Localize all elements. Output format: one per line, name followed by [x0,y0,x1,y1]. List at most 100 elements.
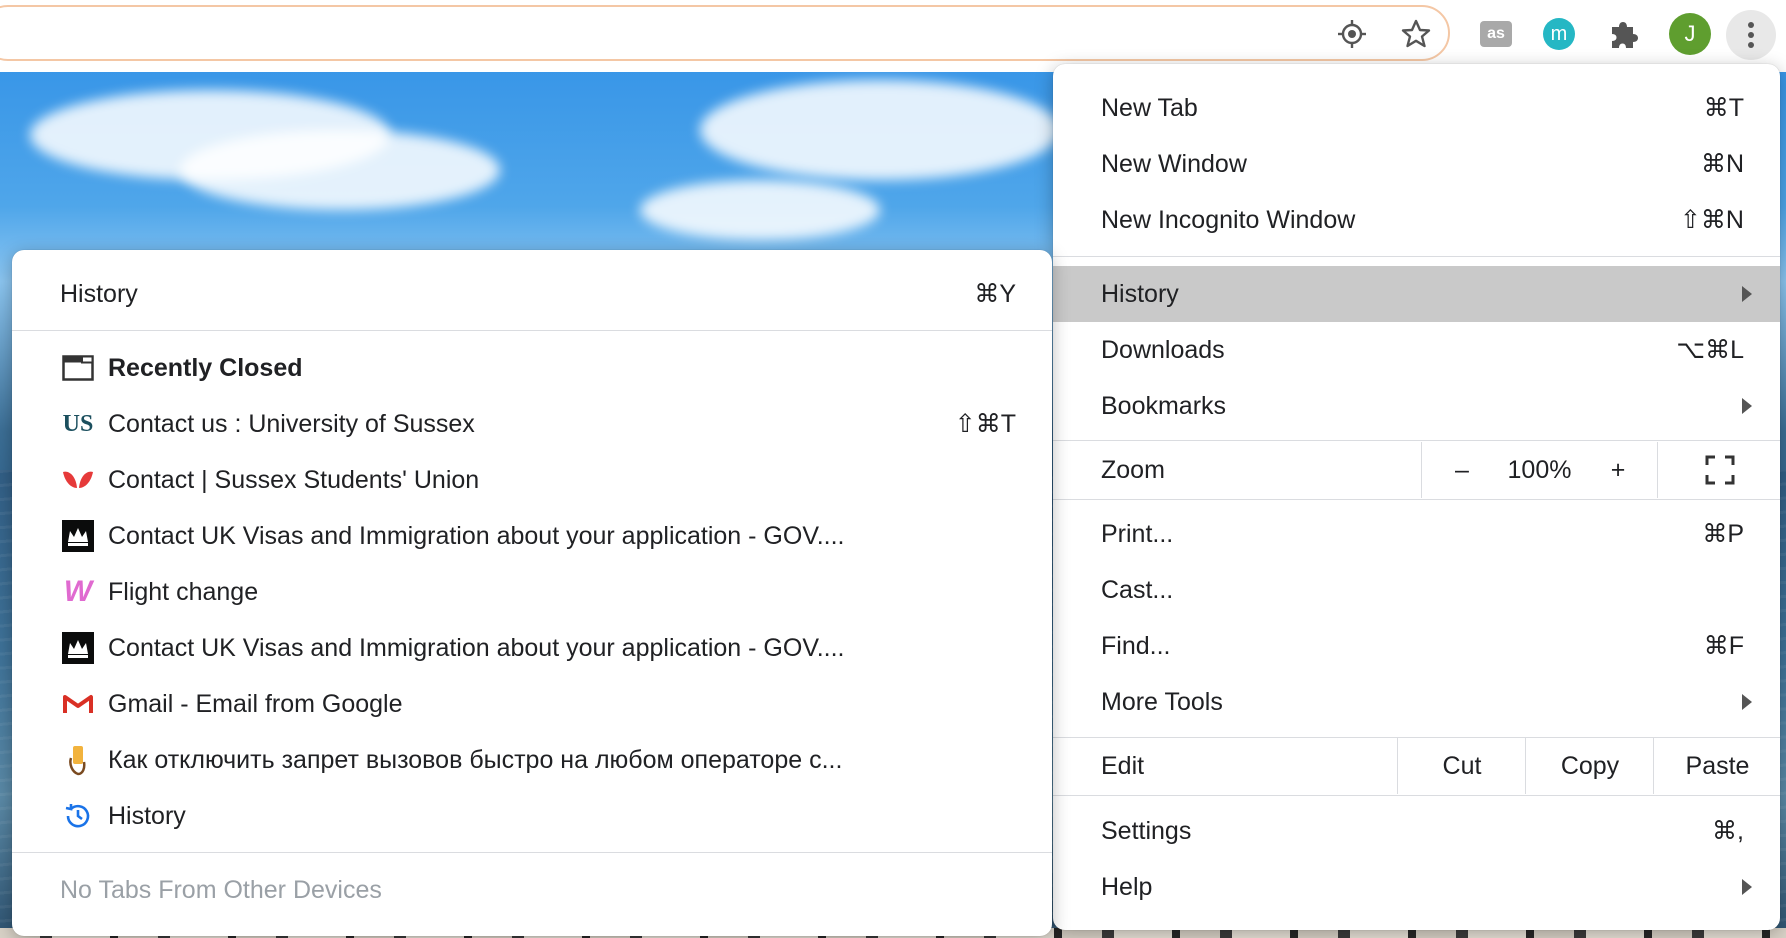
history-entry-label: Flight change [108,577,259,606]
menu-item-history[interactable]: History [1053,266,1780,322]
paste-button[interactable]: Paste [1653,738,1781,794]
menu-item-find[interactable]: Find... ⌘F [1053,618,1780,674]
wizz-w-icon: W [60,574,96,610]
menu-item-zoom: Zoom – 100% + [1053,442,1780,498]
recently-closed-heading: Recently Closed [12,340,1052,396]
window-icon [60,350,96,386]
history-clock-icon [60,798,96,834]
fullscreen-icon [1705,455,1734,485]
history-entry[interactable]: US Contact us : University of Sussex ⇧⌘T [12,396,1052,452]
other-devices-label: No Tabs From Other Devices [60,875,382,904]
zoom-in-button[interactable]: + [1598,456,1638,485]
profile-avatar[interactable]: J [1668,12,1712,56]
menu-item-label: New Incognito Window [1101,205,1356,234]
history-entry-label: Contact UK Visas and Immigration about y… [108,633,845,662]
cloud [180,130,500,210]
location-target-icon[interactable] [1332,14,1372,54]
menu-item-new-tab[interactable]: New Tab ⌘T [1053,80,1780,136]
zoom-out-button[interactable]: – [1442,456,1482,485]
history-entry-shortcut: ⇧⌘T [954,410,1016,438]
menu-item-shortcut: ⇧⌘N [1679,206,1744,234]
history-menu-item[interactable]: History ⌘Y [12,266,1052,322]
menu-item-label: New Window [1101,149,1247,178]
menu-item-settings[interactable]: Settings ⌘, [1053,803,1780,859]
other-devices-item: No Tabs From Other Devices [12,862,1052,918]
menu-item-shortcut: ⌘Y [974,280,1016,308]
sussex-us-icon-text: US [62,410,94,437]
submenu-arrow-icon [1742,398,1752,414]
menu-item-bookmarks[interactable]: Bookmarks [1053,378,1780,434]
menu-item-label: New Tab [1101,93,1198,122]
chrome-main-menu: New Tab ⌘T New Window ⌘N New Incognito W… [1053,64,1780,930]
menu-item-label: Zoom [1101,455,1165,484]
sussex-su-icon [60,462,96,498]
zoom-level: 100% [1507,455,1572,484]
submenu-arrow-icon [1742,879,1752,895]
menu-separator [1053,440,1780,441]
cloud [700,80,1060,180]
cut-button[interactable]: Cut [1397,738,1526,794]
menu-item-cast[interactable]: Cast... [1053,562,1780,618]
menu-item-label: Bookmarks [1101,391,1227,420]
history-entry-label: Contact us : University of Sussex [108,409,475,438]
menu-item-downloads[interactable]: Downloads ⌥⌘L [1053,322,1780,378]
recently-closed-label: Recently Closed [108,353,303,382]
copy-button[interactable]: Copy [1525,738,1654,794]
history-entry[interactable]: Как отключить запрет вызовов быстро на л… [12,732,1052,788]
menu-item-label: Find... [1101,631,1171,660]
menu-separator [12,330,1052,331]
avatar-initial: J [1669,13,1711,55]
history-entry-label: Как отключить запрет вызовов быстро на л… [108,745,843,774]
menu-item-shortcut: ⌘N [1700,150,1744,178]
sussex-us-icon: US [60,406,96,442]
submenu-arrow-icon [1742,694,1752,710]
zoom-controls: – 100% + [1421,442,1657,498]
menu-item-label: Edit [1101,751,1145,780]
menu-item-print[interactable]: Print... ⌘P [1053,506,1780,562]
m-extension-icon[interactable]: m [1539,14,1579,54]
menu-item-shortcut: ⌘F [1703,632,1744,660]
history-entry[interactable]: Contact | Sussex Students' Union [12,452,1052,508]
history-entry[interactable]: Contact UK Visas and Immigration about y… [12,620,1052,676]
menu-item-new-window[interactable]: New Window ⌘N [1053,136,1780,192]
menu-separator [1053,256,1780,257]
menu-item-shortcut: ⌘P [1702,520,1744,548]
menu-item-label: Cast... [1101,575,1174,604]
history-link-label: History [108,801,186,830]
menu-separator [1053,795,1780,796]
gmail-icon [60,686,96,722]
history-entry[interactable]: Gmail - Email from Google [12,676,1052,732]
history-entry-label: Contact | Sussex Students' Union [108,465,480,494]
bookmark-star-icon[interactable] [1396,14,1436,54]
lastfm-extension-label: as [1480,21,1512,47]
menu-item-label: History [1101,279,1179,308]
menu-item-label: More Tools [1101,687,1223,716]
gov-uk-crown-icon [60,518,96,554]
menu-item-label: Print... [1101,519,1174,548]
chrome-menu-button[interactable] [1726,10,1776,60]
menu-item-more-tools[interactable]: More Tools [1053,674,1780,730]
menu-item-new-incognito-window[interactable]: New Incognito Window ⇧⌘N [1053,192,1780,248]
menu-item-label: Downloads [1101,335,1225,364]
menu-item-shortcut: ⌥⌘L [1676,336,1744,364]
menu-item-help[interactable]: Help [1053,859,1780,915]
menu-item-edit: Edit Cut Copy Paste [1053,738,1780,794]
history-entry-label: Gmail - Email from Google [108,689,403,718]
menu-item-shortcut: ⌘, [1712,817,1744,845]
three-dots-icon [1726,10,1776,60]
cloud [640,180,880,240]
menu-item-shortcut: ⌘T [1703,94,1744,122]
browser-toolbar: as m J [0,0,1786,72]
menu-item-label: Settings [1101,816,1192,845]
menu-separator [12,852,1052,853]
extensions-puzzle-icon[interactable] [1603,14,1643,54]
history-entry[interactable]: W Flight change [12,564,1052,620]
fullscreen-button[interactable] [1657,442,1781,498]
history-submenu: History ⌘Y Recently Closed US Contact us… [12,250,1052,936]
menu-separator [1053,499,1780,500]
menu-item-label: Help [1101,872,1153,901]
history-entry[interactable]: Contact UK Visas and Immigration about y… [12,508,1052,564]
lastfm-extension-icon[interactable]: as [1476,14,1516,54]
address-bar[interactable] [0,5,1450,61]
history-link[interactable]: History [12,788,1052,844]
